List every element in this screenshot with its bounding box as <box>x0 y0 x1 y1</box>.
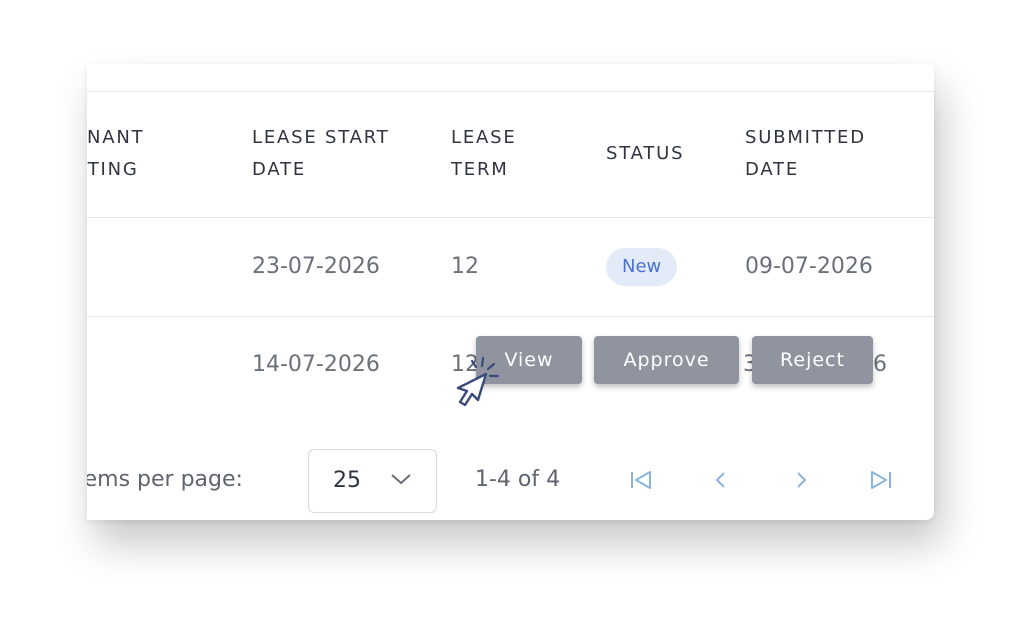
header-lease-term-line1[interactable]: LEASE <box>451 122 517 154</box>
header-submitted-line1[interactable]: SUBMITTED <box>745 122 866 154</box>
row2-lease-start: 14-07-2026 <box>252 352 380 377</box>
header-status[interactable]: STATUS <box>606 138 684 170</box>
header-divider <box>87 217 934 218</box>
header-lease-start-line2[interactable]: DATE <box>252 154 306 186</box>
row2-submitted-partial-right: 6 <box>873 352 887 377</box>
row1-lease-start: 23-07-2026 <box>252 254 380 279</box>
page-size-select[interactable]: 25 <box>308 449 437 513</box>
header-lease-start-line1[interactable]: LEASE START <box>252 122 390 154</box>
row1-submitted: 09-07-2026 <box>745 254 873 279</box>
last-page-icon[interactable] <box>866 465 896 495</box>
header-submitted-line2[interactable]: DATE <box>745 154 799 186</box>
header-tenant-rating-line1[interactable]: NANT <box>87 122 144 154</box>
chevron-down-icon <box>391 474 411 485</box>
items-per-page-label: tems per page: <box>87 467 243 492</box>
applications-table-card: NANT ATING LEASE START DATE LEASE TERM S… <box>87 64 934 520</box>
first-page-icon[interactable] <box>626 465 656 495</box>
next-page-icon[interactable] <box>786 465 816 495</box>
reject-button[interactable]: Reject <box>752 336 873 384</box>
page-size-value: 25 <box>333 468 361 493</box>
page-range-label: 1-4 of 4 <box>475 467 561 492</box>
top-divider <box>87 91 934 92</box>
status-badge: New <box>606 248 678 286</box>
row1-lease-term: 12 <box>451 254 479 279</box>
header-lease-term-line2[interactable]: TERM <box>451 154 509 186</box>
header-tenant-rating-line2[interactable]: ATING <box>87 154 139 186</box>
previous-page-icon[interactable] <box>706 465 736 495</box>
approve-button[interactable]: Approve <box>594 336 739 384</box>
row-divider <box>87 316 934 317</box>
pointer-cursor-icon <box>456 356 500 407</box>
